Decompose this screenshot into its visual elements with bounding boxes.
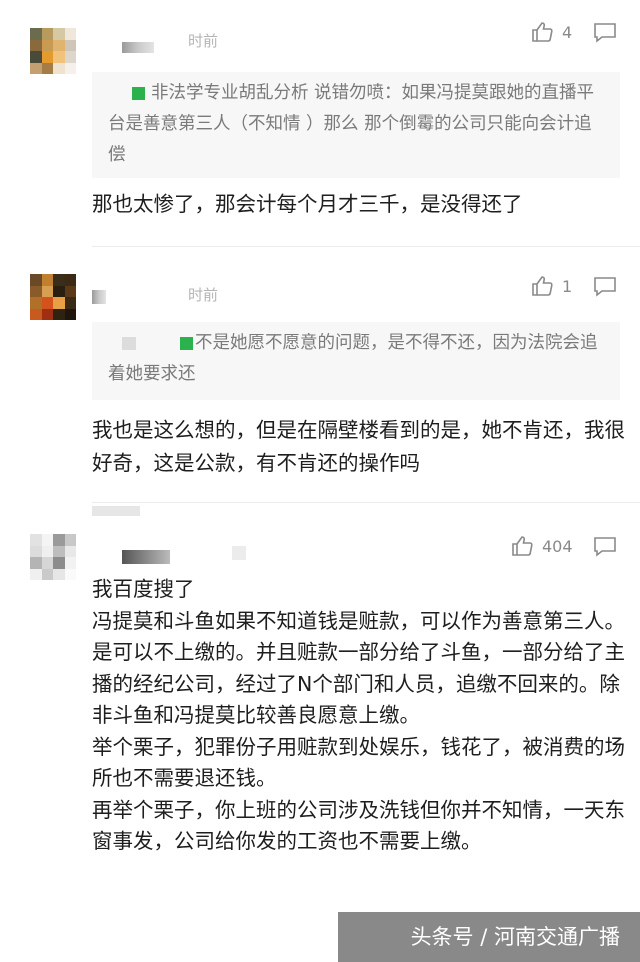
divider bbox=[92, 502, 640, 503]
quoted-reply: 不是她愿不愿意的问题，是不得不还，因为法院会追着她要求还 bbox=[92, 322, 620, 400]
username-blurred[interactable] bbox=[122, 550, 170, 564]
like-count: 4 bbox=[562, 22, 573, 42]
divider bbox=[92, 246, 640, 247]
thumbs-up-icon bbox=[512, 536, 533, 556]
quoted-text: 非法学专业胡乱分析 说错勿喷：如果冯提莫跟她的直播平台是善意第三人（不知情 ）那… bbox=[108, 83, 595, 165]
avatar[interactable] bbox=[30, 28, 76, 74]
comment-3: 404 我百度搜了 冯提莫和斗鱼如果不知道钱是赃款，可以作为善意第三人。是可以不… bbox=[0, 510, 640, 962]
green-badge-icon bbox=[180, 336, 193, 350]
avatar[interactable] bbox=[30, 534, 76, 580]
quoted-reply: 非法学专业胡乱分析 说错勿喷：如果冯提莫跟她的直播平台是善意第三人（不知情 ）那… bbox=[92, 72, 620, 178]
watermark: 头条号 / 河南交通广播 bbox=[338, 912, 640, 962]
thumbs-up-icon bbox=[532, 22, 553, 42]
comment-1: 时前 4 非法学专业胡乱分析 说错勿喷：如果冯提莫跟她的直播平台是善意第三人（不… bbox=[0, 0, 640, 250]
like-count: 1 bbox=[562, 276, 573, 296]
green-badge-icon bbox=[132, 86, 145, 100]
comment-text: 那也太惨了，那会计每个月才三千，是没得还了 bbox=[92, 192, 523, 216]
comment-text: 我也是这么想的，但是在隔壁楼看到的是，她不肯还，我很好奇，这是公款，有不肯还的操… bbox=[92, 418, 625, 475]
reply-icon[interactable] bbox=[592, 534, 618, 558]
like-button[interactable]: 4 bbox=[530, 20, 572, 44]
comment-text: 我百度搜了 冯提莫和斗鱼如果不知道钱是赃款，可以作为善意第三人。是可以不上缴的。… bbox=[92, 577, 625, 853]
username-blurred[interactable] bbox=[122, 42, 154, 53]
like-button[interactable]: 404 bbox=[510, 534, 573, 558]
username-blurred[interactable] bbox=[92, 290, 106, 304]
comment-time: 时前 bbox=[188, 286, 219, 304]
username-blurred bbox=[122, 336, 136, 350]
like-button[interactable]: 1 bbox=[530, 274, 572, 298]
thumbs-up-icon bbox=[532, 276, 553, 296]
like-count: 404 bbox=[542, 536, 573, 556]
comment-time: 时前 bbox=[188, 32, 219, 50]
blurred-element bbox=[232, 546, 246, 560]
comment-2: 时前 1 不是她愿不愿意的问题，是不得不还，因为法院会追着她要求还 我也是这么想… bbox=[0, 250, 640, 516]
reply-icon[interactable] bbox=[592, 20, 618, 44]
avatar[interactable] bbox=[30, 274, 76, 320]
username-blurred bbox=[108, 87, 128, 100]
reply-icon[interactable] bbox=[592, 274, 618, 298]
